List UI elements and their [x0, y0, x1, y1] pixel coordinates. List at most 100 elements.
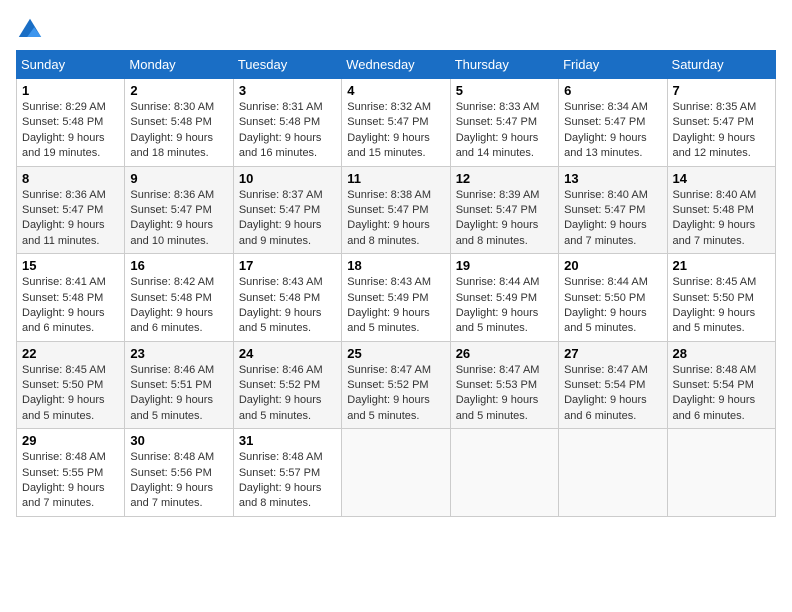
day-number: 1 [22, 83, 119, 98]
day-detail: Sunrise: 8:46 AM Sunset: 5:52 PM Dayligh… [239, 363, 336, 425]
day-number: 15 [22, 258, 119, 273]
calendar-cell: 16 Sunrise: 8:42 AM Sunset: 5:48 PM Dayl… [125, 254, 233, 342]
calendar-cell: 20 Sunrise: 8:44 AM Sunset: 5:50 PM Dayl… [559, 254, 667, 342]
calendar-cell: 29 Sunrise: 8:48 AM Sunset: 5:55 PM Dayl… [17, 429, 125, 517]
day-number: 13 [564, 171, 661, 186]
calendar-cell: 17 Sunrise: 8:43 AM Sunset: 5:48 PM Dayl… [233, 254, 341, 342]
calendar-cell: 19 Sunrise: 8:44 AM Sunset: 5:49 PM Dayl… [450, 254, 558, 342]
calendar-cell [342, 429, 450, 517]
day-detail: Sunrise: 8:47 AM Sunset: 5:53 PM Dayligh… [456, 363, 553, 425]
day-detail: Sunrise: 8:41 AM Sunset: 5:48 PM Dayligh… [22, 275, 119, 337]
calendar-cell: 11 Sunrise: 8:38 AM Sunset: 5:47 PM Dayl… [342, 166, 450, 254]
day-number: 14 [673, 171, 770, 186]
day-number: 24 [239, 346, 336, 361]
day-detail: Sunrise: 8:37 AM Sunset: 5:47 PM Dayligh… [239, 188, 336, 250]
day-detail: Sunrise: 8:31 AM Sunset: 5:48 PM Dayligh… [239, 100, 336, 162]
day-number: 7 [673, 83, 770, 98]
weekday-header-tuesday: Tuesday [233, 51, 341, 79]
day-detail: Sunrise: 8:48 AM Sunset: 5:54 PM Dayligh… [673, 363, 770, 425]
day-detail: Sunrise: 8:48 AM Sunset: 5:57 PM Dayligh… [239, 450, 336, 512]
weekday-header-wednesday: Wednesday [342, 51, 450, 79]
calendar-cell: 18 Sunrise: 8:43 AM Sunset: 5:49 PM Dayl… [342, 254, 450, 342]
day-detail: Sunrise: 8:38 AM Sunset: 5:47 PM Dayligh… [347, 188, 444, 250]
calendar-cell [667, 429, 775, 517]
day-number: 28 [673, 346, 770, 361]
day-number: 26 [456, 346, 553, 361]
day-number: 3 [239, 83, 336, 98]
day-number: 27 [564, 346, 661, 361]
calendar-cell: 5 Sunrise: 8:33 AM Sunset: 5:47 PM Dayli… [450, 79, 558, 167]
weekday-header-sunday: Sunday [17, 51, 125, 79]
calendar-cell: 30 Sunrise: 8:48 AM Sunset: 5:56 PM Dayl… [125, 429, 233, 517]
calendar-cell: 2 Sunrise: 8:30 AM Sunset: 5:48 PM Dayli… [125, 79, 233, 167]
day-number: 21 [673, 258, 770, 273]
calendar-cell: 31 Sunrise: 8:48 AM Sunset: 5:57 PM Dayl… [233, 429, 341, 517]
day-detail: Sunrise: 8:44 AM Sunset: 5:49 PM Dayligh… [456, 275, 553, 337]
day-detail: Sunrise: 8:36 AM Sunset: 5:47 PM Dayligh… [22, 188, 119, 250]
calendar-cell: 15 Sunrise: 8:41 AM Sunset: 5:48 PM Dayl… [17, 254, 125, 342]
calendar-cell: 21 Sunrise: 8:45 AM Sunset: 5:50 PM Dayl… [667, 254, 775, 342]
day-detail: Sunrise: 8:48 AM Sunset: 5:55 PM Dayligh… [22, 450, 119, 512]
day-detail: Sunrise: 8:35 AM Sunset: 5:47 PM Dayligh… [673, 100, 770, 162]
calendar-cell: 10 Sunrise: 8:37 AM Sunset: 5:47 PM Dayl… [233, 166, 341, 254]
day-number: 23 [130, 346, 227, 361]
day-number: 31 [239, 433, 336, 448]
calendar-cell: 24 Sunrise: 8:46 AM Sunset: 5:52 PM Dayl… [233, 341, 341, 429]
day-detail: Sunrise: 8:29 AM Sunset: 5:48 PM Dayligh… [22, 100, 119, 162]
day-number: 20 [564, 258, 661, 273]
day-detail: Sunrise: 8:34 AM Sunset: 5:47 PM Dayligh… [564, 100, 661, 162]
day-number: 19 [456, 258, 553, 273]
day-number: 11 [347, 171, 444, 186]
calendar-cell: 23 Sunrise: 8:46 AM Sunset: 5:51 PM Dayl… [125, 341, 233, 429]
day-detail: Sunrise: 8:33 AM Sunset: 5:47 PM Dayligh… [456, 100, 553, 162]
calendar-cell: 25 Sunrise: 8:47 AM Sunset: 5:52 PM Dayl… [342, 341, 450, 429]
calendar-cell: 6 Sunrise: 8:34 AM Sunset: 5:47 PM Dayli… [559, 79, 667, 167]
day-detail: Sunrise: 8:43 AM Sunset: 5:49 PM Dayligh… [347, 275, 444, 337]
day-detail: Sunrise: 8:48 AM Sunset: 5:56 PM Dayligh… [130, 450, 227, 512]
day-detail: Sunrise: 8:32 AM Sunset: 5:47 PM Dayligh… [347, 100, 444, 162]
weekday-header-friday: Friday [559, 51, 667, 79]
day-number: 16 [130, 258, 227, 273]
weekday-header-monday: Monday [125, 51, 233, 79]
calendar-cell: 12 Sunrise: 8:39 AM Sunset: 5:47 PM Dayl… [450, 166, 558, 254]
calendar-cell: 28 Sunrise: 8:48 AM Sunset: 5:54 PM Dayl… [667, 341, 775, 429]
day-number: 5 [456, 83, 553, 98]
calendar-cell: 26 Sunrise: 8:47 AM Sunset: 5:53 PM Dayl… [450, 341, 558, 429]
page-header [16, 16, 776, 44]
day-detail: Sunrise: 8:46 AM Sunset: 5:51 PM Dayligh… [130, 363, 227, 425]
calendar-cell: 8 Sunrise: 8:36 AM Sunset: 5:47 PM Dayli… [17, 166, 125, 254]
day-number: 29 [22, 433, 119, 448]
calendar-cell: 27 Sunrise: 8:47 AM Sunset: 5:54 PM Dayl… [559, 341, 667, 429]
calendar-cell: 13 Sunrise: 8:40 AM Sunset: 5:47 PM Dayl… [559, 166, 667, 254]
day-number: 30 [130, 433, 227, 448]
day-detail: Sunrise: 8:47 AM Sunset: 5:52 PM Dayligh… [347, 363, 444, 425]
calendar-cell: 22 Sunrise: 8:45 AM Sunset: 5:50 PM Dayl… [17, 341, 125, 429]
day-number: 9 [130, 171, 227, 186]
calendar-cell: 14 Sunrise: 8:40 AM Sunset: 5:48 PM Dayl… [667, 166, 775, 254]
day-detail: Sunrise: 8:42 AM Sunset: 5:48 PM Dayligh… [130, 275, 227, 337]
logo-icon [16, 16, 44, 44]
weekday-header-thursday: Thursday [450, 51, 558, 79]
calendar-cell [450, 429, 558, 517]
day-detail: Sunrise: 8:45 AM Sunset: 5:50 PM Dayligh… [22, 363, 119, 425]
day-detail: Sunrise: 8:44 AM Sunset: 5:50 PM Dayligh… [564, 275, 661, 337]
calendar-cell: 9 Sunrise: 8:36 AM Sunset: 5:47 PM Dayli… [125, 166, 233, 254]
calendar-cell: 3 Sunrise: 8:31 AM Sunset: 5:48 PM Dayli… [233, 79, 341, 167]
calendar-cell: 1 Sunrise: 8:29 AM Sunset: 5:48 PM Dayli… [17, 79, 125, 167]
calendar-cell: 7 Sunrise: 8:35 AM Sunset: 5:47 PM Dayli… [667, 79, 775, 167]
day-detail: Sunrise: 8:43 AM Sunset: 5:48 PM Dayligh… [239, 275, 336, 337]
day-number: 18 [347, 258, 444, 273]
day-number: 10 [239, 171, 336, 186]
weekday-header-saturday: Saturday [667, 51, 775, 79]
day-number: 12 [456, 171, 553, 186]
day-detail: Sunrise: 8:40 AM Sunset: 5:48 PM Dayligh… [673, 188, 770, 250]
day-number: 4 [347, 83, 444, 98]
day-detail: Sunrise: 8:36 AM Sunset: 5:47 PM Dayligh… [130, 188, 227, 250]
calendar-cell: 4 Sunrise: 8:32 AM Sunset: 5:47 PM Dayli… [342, 79, 450, 167]
day-number: 17 [239, 258, 336, 273]
day-number: 2 [130, 83, 227, 98]
day-detail: Sunrise: 8:45 AM Sunset: 5:50 PM Dayligh… [673, 275, 770, 337]
day-detail: Sunrise: 8:39 AM Sunset: 5:47 PM Dayligh… [456, 188, 553, 250]
logo [16, 16, 48, 44]
day-detail: Sunrise: 8:40 AM Sunset: 5:47 PM Dayligh… [564, 188, 661, 250]
